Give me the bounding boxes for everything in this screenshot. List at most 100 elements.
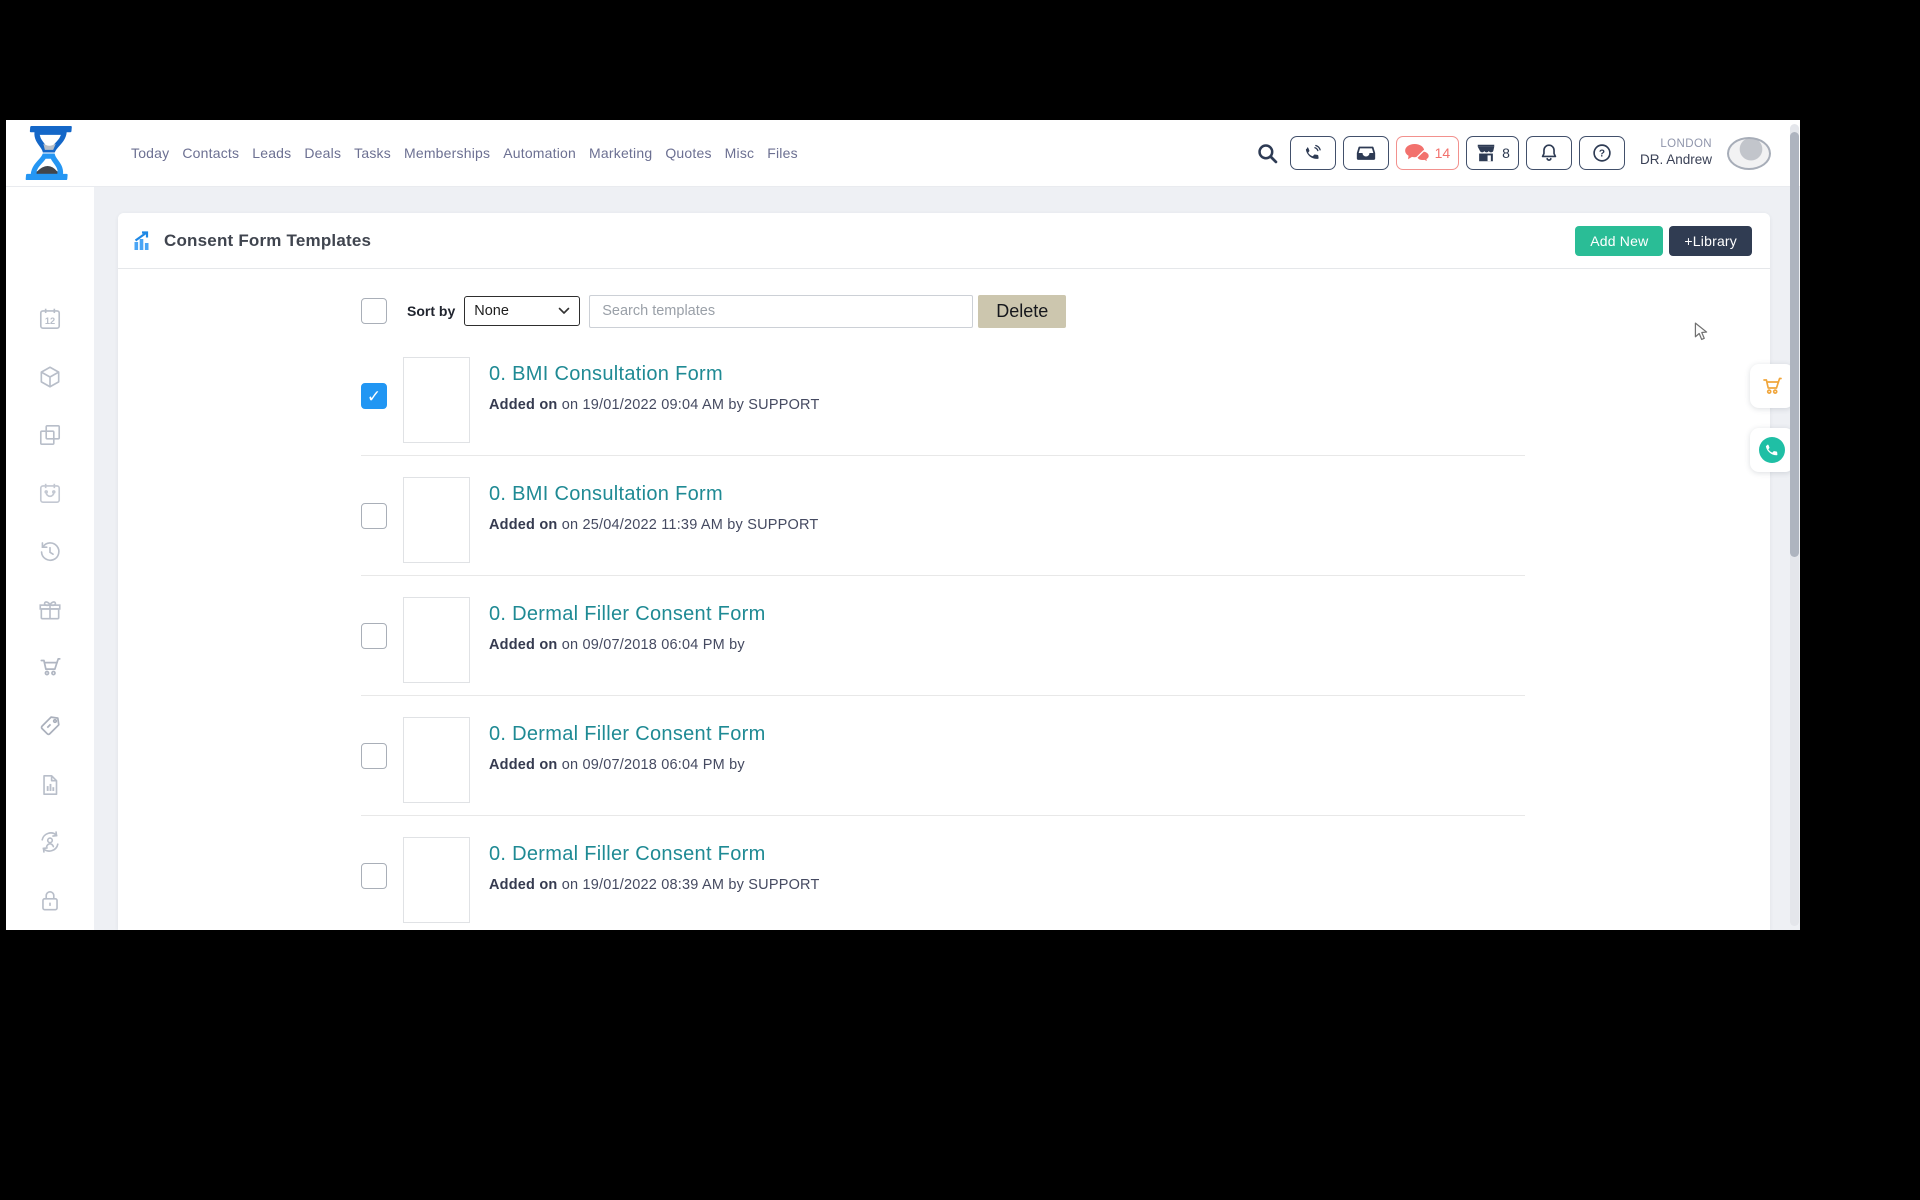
sidebar-item-pricing[interactable] (37, 713, 63, 739)
template-thumbnail[interactable] (403, 477, 470, 563)
nav-item-memberships[interactable]: Memberships (404, 145, 490, 161)
added-on-label: Added on (489, 877, 562, 893)
nav-item-misc[interactable]: Misc (725, 145, 755, 161)
search-icon[interactable] (1256, 142, 1279, 165)
question-icon: ? (1591, 142, 1613, 164)
chat-button[interactable]: 14 (1396, 136, 1460, 170)
template-row: 0. BMI Consultation Form Added on on 19/… (361, 355, 1525, 456)
template-title-link[interactable]: 0. BMI Consultation Form (489, 363, 820, 386)
sidebar-item-security[interactable] (37, 888, 63, 914)
template-thumbnail[interactable] (403, 717, 470, 803)
chevron-down-icon (558, 307, 570, 315)
sidebar-item-calendar[interactable]: 12 (37, 306, 63, 332)
user-location: LONDON (1640, 137, 1712, 151)
sidebar-item-duplicates[interactable] (37, 422, 63, 448)
added-on-label: Added on (489, 637, 562, 653)
sort-select-value: None (474, 303, 558, 319)
added-on-detail: on 25/04/2022 11:39 AM by SUPPORT (562, 517, 819, 533)
chat-count-badge: 14 (1435, 145, 1451, 161)
nav-item-marketing[interactable]: Marketing (589, 145, 652, 161)
template-row: 0. BMI Consultation Form Added on on 25/… (361, 475, 1525, 576)
template-thumbnail[interactable] (403, 837, 470, 923)
sidebar-item-gifts[interactable] (37, 597, 63, 623)
cart-icon (37, 654, 63, 680)
template-added-text: Added on on 25/04/2022 11:39 AM by SUPPO… (489, 517, 818, 533)
template-checkbox[interactable] (361, 743, 387, 769)
nav-item-today[interactable]: Today (131, 145, 169, 161)
user-avatar[interactable] (1727, 137, 1771, 170)
sort-by-label: Sort by (407, 303, 455, 319)
template-title-link[interactable]: 0. Dermal Filler Consent Form (489, 843, 820, 866)
template-text: 0. Dermal Filler Consent Form Added on o… (489, 843, 820, 893)
navbar-right-cluster: 14 8 ? (1256, 120, 1771, 186)
svg-text:?: ? (1599, 149, 1605, 160)
template-row: 0. Dermal Filler Consent Form Added on o… (361, 835, 1525, 930)
sidebar-item-reports[interactable] (37, 772, 63, 798)
add-new-button[interactable]: Add New (1575, 226, 1663, 256)
account-sync-icon (37, 829, 63, 855)
template-checkbox[interactable] (361, 623, 387, 649)
sidebar-item-account[interactable] (37, 829, 63, 855)
nav-item-quotes[interactable]: Quotes (665, 145, 711, 161)
sidebar-item-history[interactable] (37, 539, 63, 565)
help-button[interactable]: ? (1579, 136, 1625, 170)
template-title-link[interactable]: 0. BMI Consultation Form (489, 483, 818, 506)
search-templates-input[interactable] (589, 295, 973, 328)
cart-icon (1760, 374, 1784, 398)
copy-icon (37, 422, 63, 448)
nav-item-files[interactable]: Files (767, 145, 798, 161)
top-navbar: Today Contacts Leads Deals Tasks Memberships A… (6, 120, 1800, 187)
notifications-button[interactable] (1526, 136, 1572, 170)
template-thumbnail[interactable] (403, 597, 470, 683)
inbox-button[interactable] (1343, 136, 1389, 170)
template-checkbox[interactable] (361, 863, 387, 889)
gift-icon (37, 597, 63, 623)
added-on-detail: on 19/01/2022 08:39 AM by SUPPORT (562, 877, 820, 893)
template-checkbox[interactable] (361, 503, 387, 529)
sidebar-item-packages[interactable] (37, 364, 63, 390)
chart-growth-icon (133, 231, 154, 251)
library-button[interactable]: +Library (1669, 226, 1752, 256)
app-logo[interactable] (22, 126, 74, 180)
app-window: Today Contacts Leads Deals Tasks Memberships A… (6, 120, 1800, 930)
template-row: 0. Dermal Filler Consent Form Added on o… (361, 595, 1525, 696)
nav-item-contacts[interactable]: Contacts (182, 145, 239, 161)
shop-floating-button[interactable] (1750, 364, 1794, 408)
store-count-badge: 8 (1502, 145, 1510, 161)
template-title-link[interactable]: 0. Dermal Filler Consent Form (489, 603, 766, 626)
template-list: 0. BMI Consultation Form Added on on 19/… (361, 355, 1525, 930)
template-title-link[interactable]: 0. Dermal Filler Consent Form (489, 723, 766, 746)
added-on-label: Added on (489, 517, 562, 533)
left-sidebar: 12 (6, 186, 94, 930)
template-checkbox[interactable] (361, 383, 387, 409)
template-thumbnail[interactable] (403, 357, 470, 443)
nav-item-automation[interactable]: Automation (503, 145, 576, 161)
inbox-icon (1355, 142, 1377, 164)
main-menu: Today Contacts Leads Deals Tasks Memberships A… (131, 120, 798, 186)
page-title: Consent Form Templates (164, 231, 371, 251)
added-on-detail: on 19/01/2022 09:04 AM by SUPPORT (562, 397, 820, 413)
nav-item-leads[interactable]: Leads (252, 145, 291, 161)
sidebar-item-shop[interactable] (37, 654, 63, 680)
svg-text:12: 12 (45, 316, 55, 326)
chat-bubbles-icon (1405, 144, 1430, 163)
store-icon (1475, 142, 1497, 164)
delete-button[interactable]: Delete (978, 295, 1066, 328)
hourglass-logo-icon (22, 126, 74, 180)
phone-button[interactable] (1290, 136, 1336, 170)
select-all-checkbox[interactable] (361, 298, 387, 324)
scrollbar-thumb[interactable] (1790, 132, 1799, 557)
price-tag-icon (37, 713, 63, 739)
sort-select[interactable]: None (464, 296, 580, 326)
user-menu[interactable]: LONDON DR. Andrew (1640, 137, 1712, 168)
added-on-detail: on 09/07/2018 06:04 PM by (562, 757, 745, 773)
nav-item-tasks[interactable]: Tasks (354, 145, 391, 161)
nav-item-deals[interactable]: Deals (304, 145, 341, 161)
whatsapp-floating-button[interactable] (1750, 428, 1794, 472)
template-added-text: Added on on 09/07/2018 06:04 PM by (489, 757, 766, 773)
whatsapp-icon (1757, 435, 1787, 465)
store-button[interactable]: 8 (1466, 136, 1519, 170)
bell-icon (1538, 142, 1560, 164)
template-text: 0. BMI Consultation Form Added on on 25/… (489, 483, 818, 533)
sidebar-item-appointments[interactable] (37, 480, 63, 506)
